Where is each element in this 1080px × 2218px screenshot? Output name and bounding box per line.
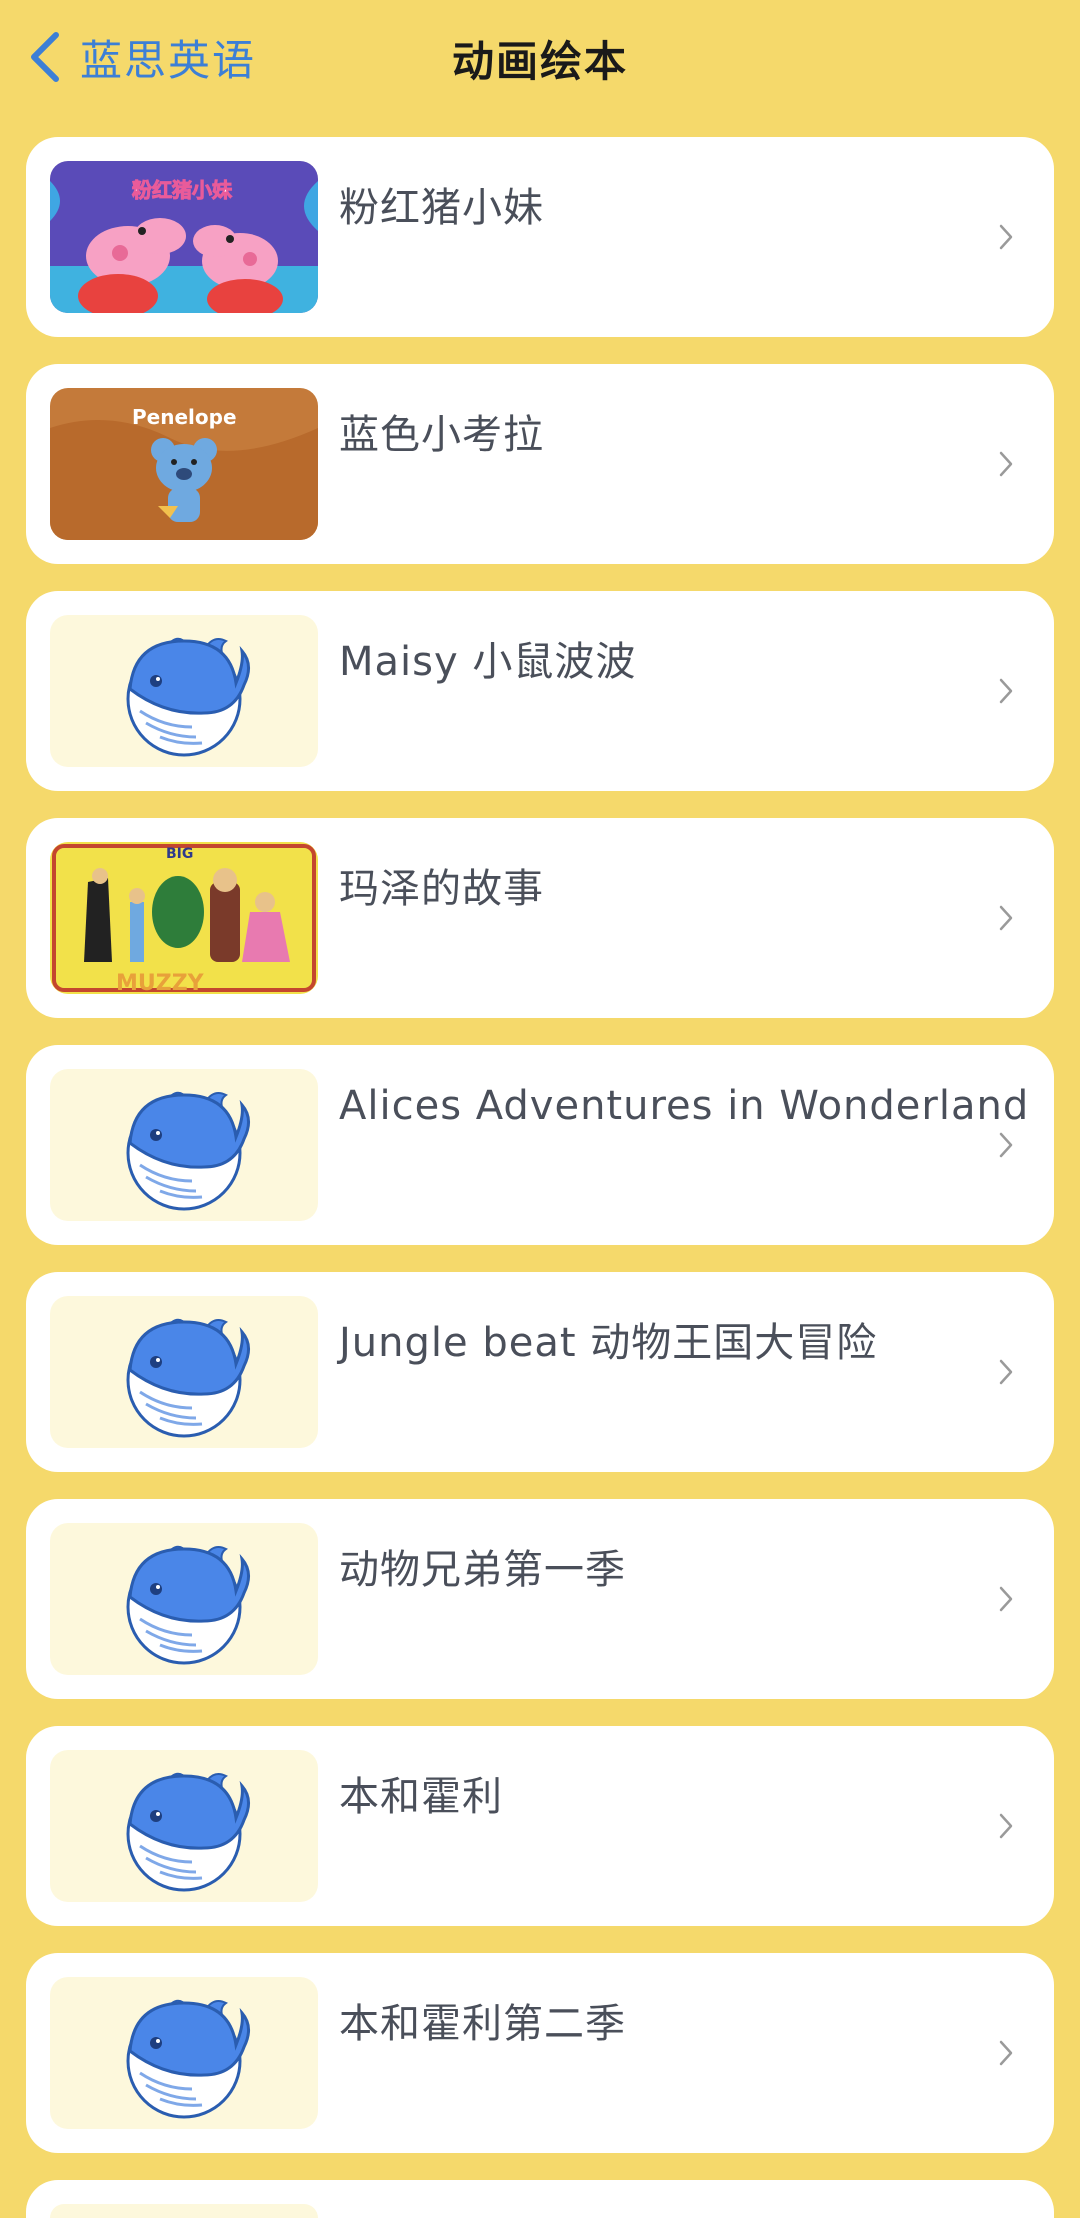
list-item[interactable]: Maisy 小鼠波波 — [26, 591, 1054, 791]
whale-placeholder-thumbnail — [50, 1523, 318, 1675]
whale-placeholder-thumbnail — [50, 1069, 318, 1221]
page-title: 动画绘本 — [451, 37, 628, 86]
item-title: 本和霍利第二季 — [339, 2001, 626, 2047]
chevron-right-icon — [999, 451, 1013, 477]
peppa-pig-thumbnail: 粉红猪小妹 — [50, 161, 318, 313]
big-muzzy-thumbnail: BIG MUZZY — [50, 842, 318, 994]
chevron-right-icon — [999, 1132, 1013, 1158]
chevron-right-icon — [999, 1813, 1013, 1839]
list-item[interactable]: Jungle beat 动物王国大冒险 — [26, 1272, 1054, 1472]
muzzy-cover-text-big: BIG — [166, 846, 193, 862]
penelope-koala-thumbnail: Penelope — [50, 388, 318, 540]
whale-icon — [126, 1999, 250, 2119]
chevron-right-icon — [999, 1586, 1013, 1612]
item-title: 本和霍利 — [339, 1774, 503, 1820]
peppa-cover-text: 粉红猪小妹 — [132, 178, 233, 202]
item-title: Alices Adventures in Wonderland — [339, 1083, 1030, 1129]
list-item[interactable]: 动物兄弟第一季 — [26, 1499, 1054, 1699]
item-title: 粉红猪小妹 — [339, 185, 544, 231]
chevron-right-icon — [999, 224, 1013, 250]
navigation-bar: 蓝思英语 动画绘本 — [0, 0, 1080, 110]
muzzy-cover-text-title: MUZZY — [116, 971, 205, 994]
list-item[interactable]: Alices Adventures in Wonderland — [26, 1045, 1054, 1245]
whale-placeholder-thumbnail — [50, 1296, 318, 1448]
whale-placeholder-thumbnail — [50, 2204, 318, 2218]
list-item-partial[interactable] — [26, 2180, 1054, 2218]
chevron-right-icon — [999, 1359, 1013, 1385]
whale-icon — [126, 1545, 250, 1665]
item-title: 玛泽的故事 — [339, 866, 544, 912]
whale-icon — [126, 1318, 250, 1438]
chevron-right-icon — [999, 678, 1013, 704]
chevron-right-icon — [999, 905, 1013, 931]
item-title: 蓝色小考拉 — [339, 412, 544, 458]
list-item[interactable]: 本和霍利 — [26, 1726, 1054, 1926]
whale-icon — [126, 637, 250, 757]
list-item[interactable]: Penelope 蓝色小考拉 — [26, 364, 1054, 564]
list-item[interactable]: BIG MUZZY 玛泽的故事 — [26, 818, 1054, 1018]
item-title: Maisy 小鼠波波 — [339, 639, 637, 685]
whale-placeholder-thumbnail — [50, 615, 318, 767]
whale-placeholder-thumbnail — [50, 1977, 318, 2129]
item-title: Jungle beat 动物王国大冒险 — [339, 1320, 878, 1366]
whale-icon — [126, 1772, 250, 1892]
list-item[interactable]: 本和霍利第二季 — [26, 1953, 1054, 2153]
whale-icon — [126, 1091, 250, 1211]
item-title: 动物兄弟第一季 — [339, 1547, 626, 1593]
whale-placeholder-thumbnail — [50, 1750, 318, 1902]
list-item[interactable]: 粉红猪小妹 粉红猪小妹 — [26, 137, 1054, 337]
chevron-right-icon — [999, 2040, 1013, 2066]
penelope-cover-text: Penelope — [132, 405, 237, 429]
